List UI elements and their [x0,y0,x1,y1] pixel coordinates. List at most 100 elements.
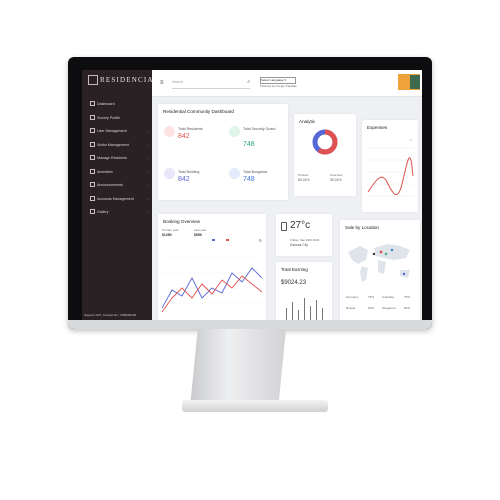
sidebar-item-manage-residents[interactable]: Manage Residents › [90,155,150,160]
weather-date: Friday, Sep 20th 2021 [290,238,320,242]
earning-bar [292,302,293,320]
sidebar: RESIDENCIA Dashboard Society Profile Use… [82,70,152,320]
booking-card: Booking Overview Current year $125K Last… [158,214,266,320]
dashboard-icon [90,101,95,106]
sidebar-item-user-management[interactable]: User Management › [90,128,150,133]
gallery-icon [90,209,95,214]
stat-value: 748 [243,176,255,183]
last-year-value: $59K [194,233,203,237]
chevron-right-icon: › [147,155,148,160]
monitor-stand [190,329,286,407]
sale-row-value: 75% [404,295,411,299]
legend-swatch-blue [212,239,215,241]
residents-stat-icon [164,126,175,137]
stat-label: Total Building [178,170,200,174]
analytic-left-value: 60.01% [298,178,310,182]
phone-icon [281,222,287,231]
expenses-line [367,157,414,195]
chevron-right-icon: › [147,169,148,174]
home-stat-icon [229,168,240,179]
map-marker-indigo [402,272,406,276]
sale-row-name: Russia [346,306,356,310]
stat-value: 842 [178,133,190,140]
sidebar-item-dashboard[interactable]: Dashboard [90,101,150,106]
map-region [378,260,386,274]
sidebar-item-society-profile[interactable]: Society Profile [90,115,150,120]
earning-title: Total Earning [281,267,308,272]
world-map [348,244,410,282]
monitor-base [182,400,328,412]
sidebar-item-announcements[interactable]: Announcements › [90,182,150,187]
sale-row-value: 60% [404,306,411,310]
earning-bar [310,306,311,320]
chevron-right-icon: › [147,128,148,133]
expenses-title: Expenses [367,125,388,130]
powered-by: Powered by Google Translate [260,84,297,88]
current-year-label: Current year [162,228,179,232]
sidebar-item-accounts-management[interactable]: Accounts Management › [90,196,150,201]
search-input[interactable]: Search ⌕ [172,79,250,89]
sale-row-name: Australia [382,295,394,299]
sale-card: Sale by Location Germany 75% Australia 7… [340,220,420,320]
support-contact: Support 24/7, Contact No: 7309000100 [84,313,137,317]
stat-label: Total Security Guard [243,127,276,131]
sidebar-item-label: Gallery [97,209,109,214]
app-logo: RESIDENCIA [100,76,154,84]
screen: RESIDENCIA Dashboard Society Profile Use… [82,70,422,320]
earning-bar [304,298,305,320]
accounts-icon [90,196,95,201]
booking-line-red [162,275,262,313]
earning-bar [322,308,323,320]
map-marker-red [379,250,383,254]
sidebar-item-label: Visitor Management [97,142,129,147]
earning-card: Total Earning $9024.23 [276,262,332,320]
sale-row-name: Germany [346,295,359,299]
earning-value: $9024.23 [281,280,307,286]
booking-chart [162,257,262,313]
dashboard-card: Residential Community Dashboard Total Re… [158,104,288,200]
earning-bar [286,308,287,320]
user-icon [90,128,95,133]
monitor-chin [68,320,432,329]
sidebar-item-label: Accounts Management [97,196,134,201]
sidebar-item-gallery[interactable]: Gallery › [90,209,150,214]
sidebar-item-label: Announcements [97,182,123,187]
current-year-value: $125K [162,233,172,237]
building-stat-icon [164,168,175,179]
sidebar-item-visitor-management[interactable]: Visitor Management › [90,142,150,147]
earning-bar [298,310,299,320]
sale-row-value: 75% [368,295,375,299]
security-guard-stat-icon [229,126,240,137]
last-year-label: Last year [194,228,207,232]
language-select[interactable]: Select Language ▾ [260,77,296,84]
earning-bar [316,300,317,320]
sidebar-item-label: Dashboard [97,101,115,106]
sale-title: Sale by Location [345,225,379,230]
menu-icon[interactable]: ≡ [160,80,164,86]
legend-swatch-red [226,239,229,241]
sale-row-name: Singapore [382,306,396,310]
chevron-right-icon: › [147,196,148,201]
map-marker-green [384,252,388,256]
weather-temperature: 27°c [290,220,311,231]
sidebar-item-amenities[interactable]: Amenities › [90,169,150,174]
map-region [360,266,368,282]
map-region [348,246,368,264]
chevron-right-icon: › [147,209,148,214]
chevron-right-icon: › [147,142,148,147]
stat-label: Total Bungalow [243,170,268,174]
map-marker-blue [390,248,394,252]
amenities-icon [90,169,95,174]
avatar[interactable] [410,75,420,89]
stat-label: Total Residents [178,127,203,131]
sidebar-item-label: Manage Residents [97,155,127,160]
search-icon[interactable]: ⌕ [247,79,250,85]
expenses-chart [366,147,414,197]
topbar: ≡ Search ⌕ Select Language ▾ Powered by … [152,70,422,97]
analytic-right-value: 30.01% [330,178,342,182]
sidebar-item-label: User Management [97,128,127,133]
visitor-icon [90,142,95,147]
map-marker-dark [372,252,376,256]
logo-icon [88,75,98,85]
settings-icon[interactable]: ⚙ [258,238,262,243]
